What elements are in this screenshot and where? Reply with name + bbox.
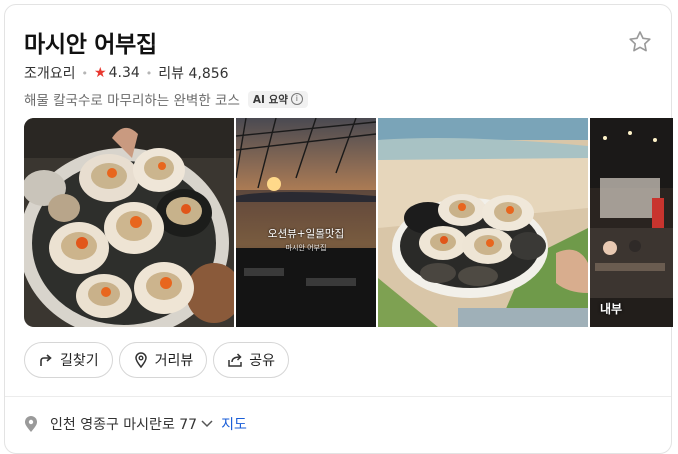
- photo-beach-scallops[interactable]: [378, 118, 588, 327]
- photo-strip: 오션뷰+일몰맛집 마시안 어부집 내부: [24, 118, 673, 327]
- place-meta: 조개요리 • ★ 4.34 • 리뷰 4,856: [24, 63, 229, 83]
- photo-caption: 오션뷰+일몰맛집 마시안 어부집: [236, 226, 376, 253]
- location-pin-icon: [134, 352, 147, 368]
- place-card: 마시안 어부집 조개요리 • ★ 4.34 • 리뷰 4,856 해물 칼국수로…: [4, 4, 673, 454]
- place-title[interactable]: 마시안 어부집: [24, 25, 157, 59]
- reviews-link[interactable]: 리뷰 4,856: [158, 63, 228, 83]
- directions-arrow-icon: [40, 354, 52, 366]
- info-icon[interactable]: i: [290, 93, 303, 105]
- favorite-button[interactable]: [627, 29, 653, 55]
- photo-scallop-platter[interactable]: [24, 118, 234, 327]
- action-bar: 길찾기 거리뷰 공유: [24, 342, 290, 378]
- streetview-label: 거리뷰: [154, 353, 194, 369]
- photo-sunset-view[interactable]: 오션뷰+일몰맛집 마시안 어부집: [236, 118, 376, 327]
- category-label: 조개요리: [24, 66, 76, 82]
- separator-dot: •: [145, 66, 153, 80]
- share-label: 공유: [249, 353, 276, 369]
- separator-dot: •: [81, 66, 89, 80]
- ai-summary-tag[interactable]: AI 요약 i: [247, 90, 308, 108]
- photo-interior[interactable]: 내부: [590, 118, 673, 327]
- section-divider: [5, 396, 671, 397]
- star-outline-icon: [629, 31, 651, 52]
- chevron-down-icon[interactable]: [201, 420, 213, 428]
- map-link[interactable]: 지도: [221, 414, 247, 434]
- summary-text: 해물 칼국수로 마무리하는 완벽한 코스: [24, 93, 240, 109]
- rating-star-icon: ★: [94, 65, 107, 81]
- share-icon: [228, 353, 243, 367]
- interior-label: 내부: [600, 302, 623, 316]
- caption-subtitle: 마시안 어부집: [285, 244, 327, 252]
- address-row: 인천 영종구 마시란로 77 지도: [24, 414, 247, 434]
- streetview-button[interactable]: 거리뷰: [118, 342, 208, 378]
- directions-label: 길찾기: [60, 353, 99, 369]
- ai-tag-label: AI 요약: [252, 93, 288, 106]
- ai-summary: 해물 칼국수로 마무리하는 완벽한 코스 AI 요약 i: [24, 89, 308, 109]
- map-pin-icon: [25, 416, 37, 432]
- caption-title: 오션뷰+일몰맛집: [267, 228, 345, 240]
- rating-value: 4.34: [108, 65, 140, 81]
- directions-button[interactable]: 길찾기: [24, 342, 113, 378]
- share-button[interactable]: 공유: [213, 342, 290, 378]
- address-text[interactable]: 인천 영종구 마시란로 77: [50, 414, 197, 434]
